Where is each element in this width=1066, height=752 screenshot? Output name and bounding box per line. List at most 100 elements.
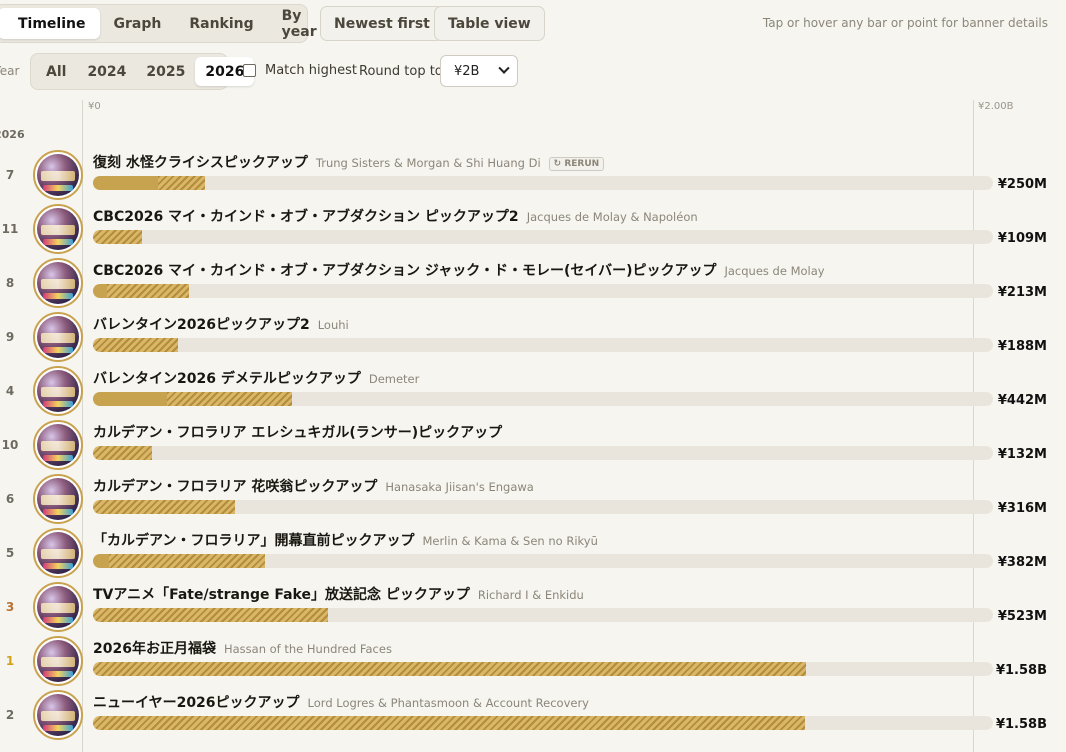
banner-row[interactable]: 8 CBC2026 マイ・カインド・オブ・アブダクション ジャック・ド・モレー(セ… xyxy=(0,258,1066,312)
round-top-value: ¥2B xyxy=(454,63,480,79)
banner-image xyxy=(37,154,79,196)
revenue-bar-track[interactable] xyxy=(93,608,993,622)
rank-number: 4 xyxy=(5,384,15,398)
year-tabs: All 2024 2025 2026 xyxy=(30,53,255,90)
banner-row[interactable]: 10 カルデアン・フロラリア エレシュキガル(ランサー)ピックアップ ¥132M xyxy=(0,420,1066,474)
revenue-bar-track[interactable] xyxy=(93,284,993,298)
banner-title: TVアニメ「Fate/strange Fake」放送記念 ピックアップ xyxy=(93,587,470,603)
year-tab-2024[interactable]: 2024 xyxy=(77,57,136,86)
banner-row[interactable]: 6 カルデアン・フロラリア 花咲翁ピックアップ Hanasaka Jiisan's … xyxy=(0,474,1066,528)
rank-number: 3 xyxy=(5,600,15,614)
banner-title-line: バレンタイン2026 デメテルピックアップ Demeter xyxy=(93,368,419,388)
revenue-bar-hatched xyxy=(93,608,328,622)
tab-timeline[interactable]: Timeline xyxy=(0,8,100,39)
banner-row[interactable]: 3 TVアニメ「Fate/strange Fake」放送記念 ピックアップ Rich… xyxy=(0,582,1066,636)
revenue-bar-track[interactable] xyxy=(93,554,993,568)
banner-servants: Hassan of the Hundred Faces xyxy=(223,642,392,656)
banner-title-line: CBC2026 マイ・カインド・オブ・アブダクション ジャック・ド・モレー(セイ… xyxy=(93,260,825,280)
tab-ranking[interactable]: Ranking xyxy=(175,8,267,39)
banner-thumbnail[interactable] xyxy=(33,312,83,362)
match-highest-label: Match highest xyxy=(265,63,358,78)
banner-image xyxy=(37,208,79,250)
revenue-value: ¥188M xyxy=(997,339,1047,354)
banner-row[interactable]: 2 ニューイヤー2026ピックアップ Lord Logres & Phantasmo… xyxy=(0,690,1066,744)
revenue-bar-hatched xyxy=(93,230,142,244)
revenue-value: ¥109M xyxy=(997,231,1047,246)
revenue-bar-track[interactable] xyxy=(93,230,993,244)
chevron-down-icon xyxy=(498,62,510,74)
banner-thumbnail[interactable] xyxy=(33,258,83,308)
newest-first-button[interactable]: Newest first xyxy=(320,6,444,41)
banner-row[interactable]: 4 バレンタイン2026 デメテルピックアップ Demeter ¥442M xyxy=(0,366,1066,420)
axis-max-label: ¥2.00B xyxy=(978,101,1014,112)
banner-image xyxy=(37,640,79,682)
banner-servants: Hanasaka Jiisan's Engawa xyxy=(385,480,534,494)
revenue-value: ¥382M xyxy=(997,555,1047,570)
tab-graph[interactable]: Graph xyxy=(100,8,176,39)
revenue-value: ¥132M xyxy=(997,447,1047,462)
revenue-bar-solid xyxy=(93,284,107,298)
banner-title-line: 「カルデアン・フロラリア」開幕直前ピックアップ Merlin & Kama & S… xyxy=(93,530,598,550)
banner-thumbnail[interactable] xyxy=(33,474,83,524)
banner-title: 2026年お正月福袋 xyxy=(93,641,216,657)
banner-row[interactable]: 1 2026年お正月福袋 Hassan of the Hundred Faces ¥1… xyxy=(0,636,1066,690)
banner-image xyxy=(37,532,79,574)
banner-thumbnail[interactable] xyxy=(33,204,83,254)
year-tab-all[interactable]: All xyxy=(34,57,77,86)
revenue-bar-hatched xyxy=(107,284,189,298)
axis-min-label: ¥0 xyxy=(88,101,101,112)
banner-thumbnail[interactable] xyxy=(33,582,83,632)
banner-image xyxy=(37,370,79,412)
banner-row[interactable]: 11 CBC2026 マイ・カインド・オブ・アブダクション ピックアップ2 Jacq… xyxy=(0,204,1066,258)
rank-number: 1 xyxy=(5,654,15,668)
banner-thumbnail[interactable] xyxy=(33,150,83,200)
table-view-button[interactable]: Table view xyxy=(434,6,545,41)
rank-number: 5 xyxy=(5,546,15,560)
revenue-bar-track[interactable] xyxy=(93,446,993,460)
revenue-bar-track[interactable] xyxy=(93,500,993,514)
revenue-value: ¥1.58B xyxy=(995,663,1047,678)
banner-row[interactable]: 9 バレンタイン2026ピックアップ2 Louhi ¥188M xyxy=(0,312,1066,366)
banner-thumbnail[interactable] xyxy=(33,366,83,416)
revenue-value: ¥250M xyxy=(997,177,1047,192)
banner-title: CBC2026 マイ・カインド・オブ・アブダクション ジャック・ド・モレー(セイ… xyxy=(93,263,717,279)
revenue-value: ¥316M xyxy=(997,501,1047,516)
banner-title-line: CBC2026 マイ・カインド・オブ・アブダクション ピックアップ2 Jacque… xyxy=(93,206,698,226)
revenue-bar-track[interactable] xyxy=(93,716,993,730)
banner-title-line: 2026年お正月福袋 Hassan of the Hundred Faces xyxy=(93,638,392,658)
banner-servants: Lord Logres & Phantasmoon & Account Reco… xyxy=(307,696,589,710)
revenue-bar-hatched xyxy=(93,446,152,460)
revenue-bar-solid xyxy=(93,554,109,568)
banner-title: 「カルデアン・フロラリア」開幕直前ピックアップ xyxy=(93,533,415,549)
rank-number: 11 xyxy=(1,222,19,236)
revenue-bar-track[interactable] xyxy=(93,176,993,190)
revenue-bar-track[interactable] xyxy=(93,392,993,406)
banner-title: 復刻 水怪クライシスピックアップ xyxy=(93,155,308,171)
banner-thumbnail[interactable] xyxy=(33,690,83,740)
rank-number: 2 xyxy=(5,708,15,722)
match-highest-checkbox[interactable] xyxy=(243,64,256,77)
revenue-bar-track[interactable] xyxy=(93,662,993,676)
banner-title-line: カルデアン・フロラリア 花咲翁ピックアップ Hanasaka Jiisan's E… xyxy=(93,476,534,496)
revenue-bar-hatched xyxy=(93,500,235,514)
revenue-value: ¥523M xyxy=(997,609,1047,624)
match-highest-toggle[interactable]: Match highest xyxy=(243,63,357,78)
banner-row[interactable]: 5 「カルデアン・フロラリア」開幕直前ピックアップ Merlin & Kama & … xyxy=(0,528,1066,582)
revenue-bar-hatched xyxy=(109,554,265,568)
year-tab-2025[interactable]: 2025 xyxy=(136,57,195,86)
banner-title: CBC2026 マイ・カインド・オブ・アブダクション ピックアップ2 xyxy=(93,209,519,225)
banner-thumbnail[interactable] xyxy=(33,636,83,686)
banner-title-line: ニューイヤー2026ピックアップ Lord Logres & Phantasmoo… xyxy=(93,692,589,712)
banner-title: カルデアン・フロラリア エレシュキガル(ランサー)ピックアップ xyxy=(93,425,503,441)
banner-servants: Trung Sisters & Morgan & Shi Huang Di xyxy=(315,156,541,170)
banner-title: バレンタイン2026 デメテルピックアップ xyxy=(93,371,361,387)
revenue-bar-track[interactable] xyxy=(93,338,993,352)
rank-number: 9 xyxy=(5,330,15,344)
banner-thumbnail[interactable] xyxy=(33,420,83,470)
year-filter-label: Year xyxy=(0,64,20,78)
revenue-bar-solid xyxy=(93,176,158,190)
banner-row[interactable]: 7 復刻 水怪クライシスピックアップ Trung Sisters & Morgan … xyxy=(0,150,1066,204)
round-top-select[interactable]: ¥2B xyxy=(440,55,518,87)
banner-image xyxy=(37,262,79,304)
banner-thumbnail[interactable] xyxy=(33,528,83,578)
